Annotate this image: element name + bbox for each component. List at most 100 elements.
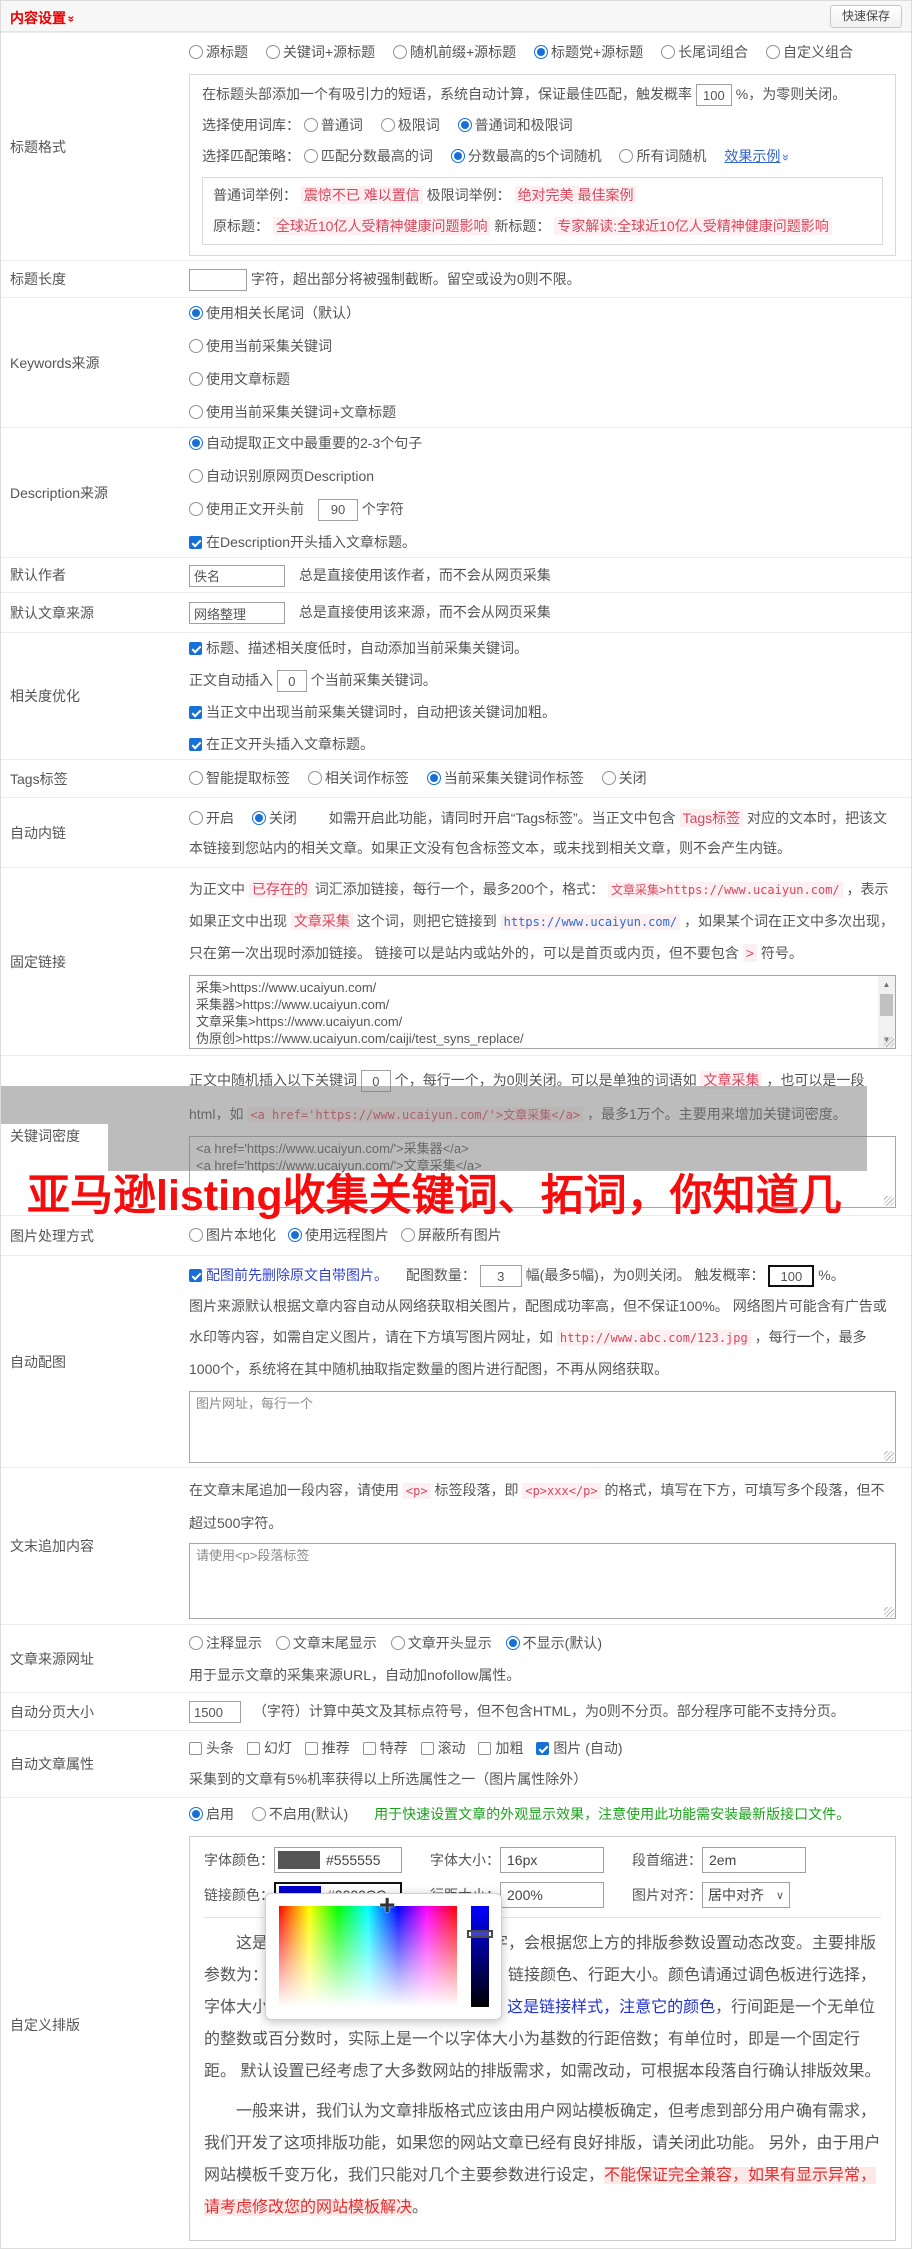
radio-related-word-tags[interactable]: 相关词作标签 [308,770,409,786]
radio-icon[interactable] [401,1228,415,1242]
radio-icon[interactable] [381,118,395,132]
default-author-input[interactable] [189,565,285,587]
radio-extreme-words[interactable]: 极限词 [381,117,440,133]
radio-icon-selected[interactable] [506,1636,520,1650]
chevron-double-down-icon[interactable]: » [64,16,78,23]
radio-current-keyword-tags[interactable]: 当前采集关键词作标签 [427,770,584,786]
radio-article-end-display[interactable]: 文章末尾显示 [276,1635,377,1651]
radio-remote-images[interactable]: 使用远程图片 [288,1227,389,1243]
checkbox-attr-image[interactable]: 图片 (自动) [536,1740,622,1756]
font-size-input[interactable] [500,1847,604,1873]
radio-layout-disable[interactable]: 不启用(默认) [252,1806,348,1822]
radio-no-display[interactable]: 不显示(默认) [506,1635,602,1651]
checkbox-bold-keywords[interactable]: 当正文中出现当前采集关键词时，自动把该关键词加粗。 [189,704,556,720]
checkbox-attr-slide[interactable]: 幻灯 [247,1740,292,1756]
radio-first-chars[interactable]: 使用正文开头前 [189,501,304,517]
checkbox-attr-scroll[interactable]: 滚动 [421,1740,466,1756]
radio-random-prefix-title[interactable]: 随机前缀+源标题 [393,44,516,60]
checkbox-auto-add-keywords[interactable]: 标题、描述相关度低时，自动添加当前采集关键词。 [189,640,528,656]
append-content-textarea[interactable] [189,1543,896,1619]
radio-custom-combo[interactable]: 自定义组合 [766,44,853,60]
radio-icon[interactable] [661,45,675,59]
checkbox-icon[interactable] [363,1742,376,1755]
radio-current-keywords[interactable]: 使用当前采集关键词 [189,338,332,354]
radio-icon-selected[interactable] [189,306,203,320]
resize-handle-icon[interactable] [884,1607,894,1617]
radio-icon[interactable] [619,149,633,163]
radio-block-images[interactable]: 屏蔽所有图片 [401,1227,502,1243]
radio-layout-enable[interactable]: 启用 [189,1806,234,1822]
checkbox-icon[interactable] [478,1742,491,1755]
checkbox-attr-recommend[interactable]: 推荐 [305,1740,350,1756]
checkbox-icon-checked[interactable] [189,1269,202,1282]
checkbox-delete-original-images[interactable]: 配图前先删除原文自带图片。 [189,1267,388,1283]
radio-innerlink-off[interactable]: 关闭 [252,810,297,826]
line-height-input[interactable] [500,1882,604,1908]
color-gradient-area[interactable] [279,1906,457,2007]
checkbox-icon[interactable] [189,1742,202,1755]
radio-icon[interactable] [766,45,780,59]
radio-icon-selected[interactable] [288,1228,302,1242]
default-source-input[interactable] [189,602,285,624]
radio-source-title[interactable]: 源标题 [189,44,248,60]
radio-tags-off[interactable]: 关闭 [602,770,647,786]
radio-icon[interactable] [189,502,203,516]
radio-innerlink-on[interactable]: 开启 [189,810,234,826]
checkbox-attr-headline[interactable]: 头条 [189,1740,234,1756]
checkbox-icon-checked[interactable] [189,738,202,751]
radio-icon[interactable] [393,45,407,59]
image-align-select[interactable]: 居中对齐 ∨ [702,1882,790,1908]
radio-longtail-combo[interactable]: 长尾词组合 [661,44,748,60]
radio-icon[interactable] [276,1636,290,1650]
description-chars-input[interactable] [318,499,358,521]
image-urls-textarea[interactable] [189,1391,896,1463]
checkbox-icon-checked[interactable] [189,642,202,655]
radio-icon[interactable] [308,771,322,785]
checkbox-icon[interactable] [247,1742,260,1755]
radio-match-highest[interactable]: 匹配分数最高的词 [304,148,433,164]
scroll-up-icon[interactable]: ▲ [878,976,895,993]
checkbox-attr-bold[interactable]: 加粗 [478,1740,523,1756]
radio-icon[interactable] [189,372,203,386]
image-count-input[interactable] [480,1265,522,1287]
fixed-link-textarea[interactable]: 采集>https://www.ucaiyun.com/ 采集器>https://… [189,975,896,1049]
radio-icon-selected[interactable] [427,771,441,785]
radio-icon[interactable] [189,405,203,419]
radio-article-title[interactable]: 使用文章标题 [189,371,290,387]
insert-keywords-count-input[interactable] [277,670,307,692]
scrollbar-thumb[interactable] [880,994,893,1016]
color-picker-crosshair-icon[interactable]: + [379,1891,395,1919]
paging-size-input[interactable] [189,1701,241,1723]
radio-smart-tags[interactable]: 智能提取标签 [189,770,290,786]
radio-icon[interactable] [304,118,318,132]
radio-icon-selected[interactable] [189,436,203,450]
checkbox-icon[interactable] [421,1742,434,1755]
image-probability-input[interactable] [768,1265,814,1287]
resize-handle-icon[interactable] [884,1451,894,1461]
radio-icon[interactable] [304,149,318,163]
resize-handle-icon[interactable] [884,1196,894,1206]
radio-keyword-source-title[interactable]: 关键词+源标题 [266,44,375,60]
radio-auto-detect-description[interactable]: 自动识别原网页Description [189,468,374,484]
radio-icon-selected[interactable] [458,118,472,132]
indent-input[interactable] [702,1847,806,1873]
checkbox-insert-title-body[interactable]: 在正文开头插入文章标题。 [189,736,374,752]
radio-icon[interactable] [189,811,203,825]
radio-all-random[interactable]: 所有词随机 [619,148,706,164]
title-length-input[interactable] [189,269,247,291]
radio-keywords-plus-title[interactable]: 使用当前采集关键词+文章标题 [189,404,396,420]
checkbox-icon-checked[interactable] [189,536,202,549]
radio-normal-words[interactable]: 普通词 [304,117,363,133]
radio-related-longtail[interactable]: 使用相关长尾词（默认） [189,305,360,321]
radio-icon[interactable] [189,771,203,785]
radio-icon-selected[interactable] [252,811,266,825]
radio-both-words[interactable]: 普通词和极限词 [458,117,573,133]
radio-icon[interactable] [252,1807,266,1821]
radio-icon[interactable] [602,771,616,785]
radio-icon-selected[interactable] [189,1807,203,1821]
checkbox-icon-checked[interactable] [189,706,202,719]
radio-comment-display[interactable]: 注释显示 [189,1635,262,1651]
radio-auto-extract-sentences[interactable]: 自动提取正文中最重要的2-3个句子 [189,435,422,451]
font-color-field[interactable]: #555555 [274,1847,402,1873]
color-value-slider[interactable] [471,1906,489,2007]
